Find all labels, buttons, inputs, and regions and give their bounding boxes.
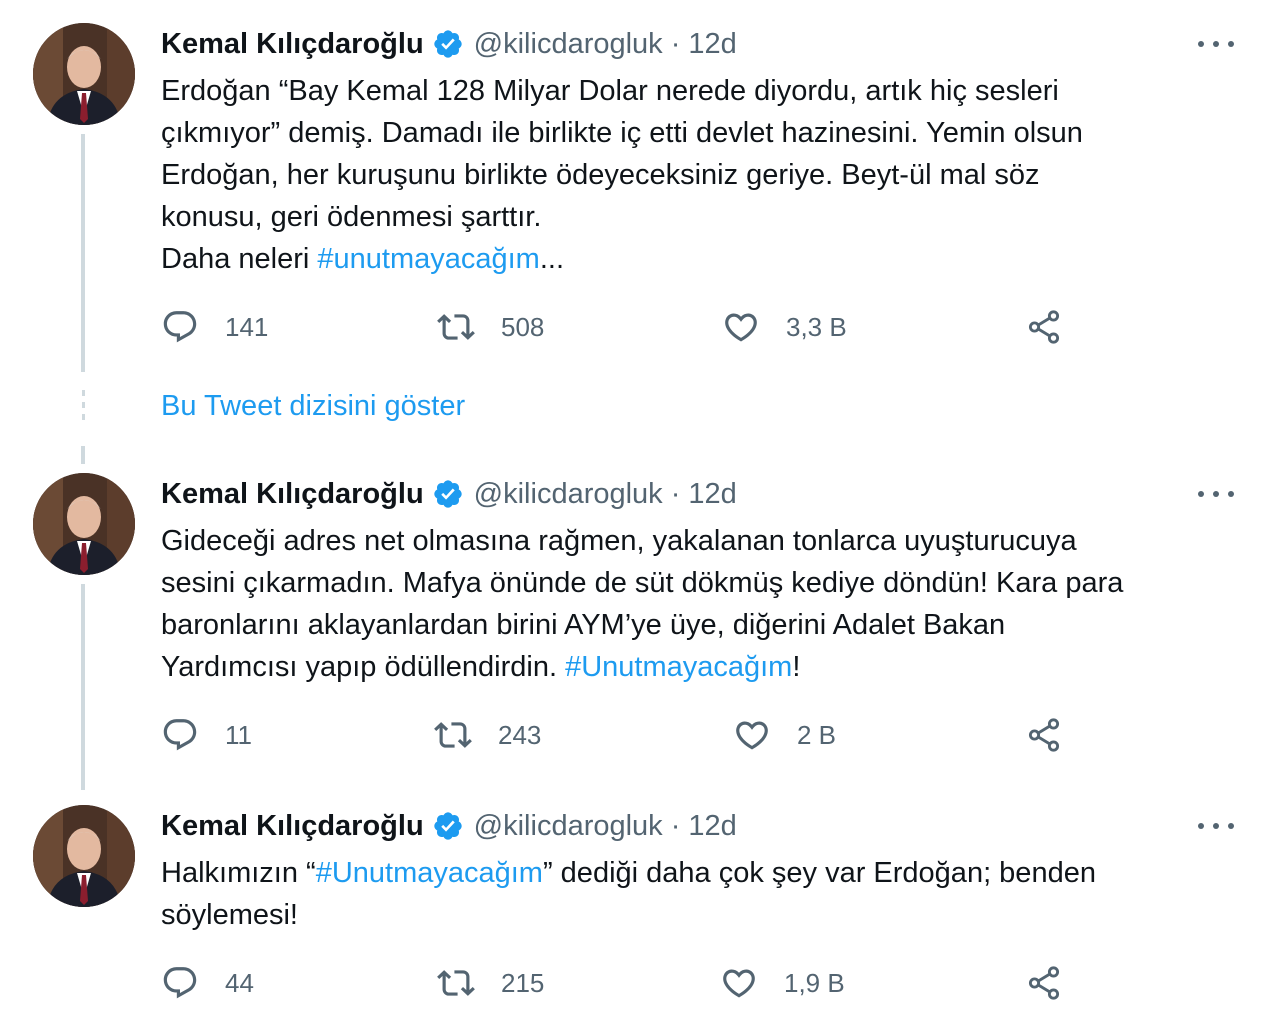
separator: · (670, 809, 681, 842)
share-icon (1028, 718, 1060, 752)
thread-line-mid (81, 584, 85, 790)
tweet-text: Gideceği adres net olmasına rağmen, yaka… (161, 520, 1241, 688)
reply-icon (163, 967, 197, 999)
retweet-icon (437, 970, 475, 996)
retweet-button[interactable]: 243 (434, 715, 541, 755)
retweet-button[interactable]: 508 (437, 307, 544, 347)
thread-line-mid-upper (81, 446, 85, 464)
tweet-text-tail: ... (539, 243, 565, 275)
verified-badge-icon (432, 810, 464, 842)
reply-button[interactable]: 141 (161, 307, 268, 347)
tweet-header: Kemal Kılıçdaroğlu @kilicdarogluk · 12d (161, 806, 737, 846)
share-icon (1028, 966, 1060, 1000)
hashtag-link[interactable]: #Unutmayacağım (565, 651, 792, 683)
hashtag-link[interactable]: #unutmayacağım (317, 243, 539, 275)
tweet-time[interactable]: 12d (688, 478, 736, 511)
thread-ellipsis-line (82, 390, 85, 430)
verified-badge-icon (432, 478, 464, 510)
more-icon[interactable] (1198, 34, 1234, 54)
author-name[interactable]: Kemal Kılıçdaroğlu (161, 28, 424, 61)
tweet-header: Kemal Kılıçdaroğlu @kilicdarogluk · 12d (161, 474, 737, 514)
tweet-text-body: Erdoğan “Bay Kemal 128 Milyar Dolar nere… (161, 75, 1083, 275)
reply-count: 11 (225, 719, 252, 750)
like-count: 1,9 B (784, 967, 845, 998)
share-button[interactable] (1025, 715, 1063, 755)
retweet-button[interactable]: 215 (437, 963, 544, 1003)
separator: · (670, 27, 681, 60)
tweet-text-body: Halkımızın “ (161, 857, 316, 889)
hashtag-link[interactable]: #Unutmayacağım (316, 857, 543, 889)
tweet-actions: 44 215 1,9 B (161, 963, 1081, 1003)
retweet-count: 243 (498, 719, 542, 750)
like-button[interactable]: 3,3 B (722, 307, 847, 347)
show-thread-link[interactable]: Bu Tweet dizisini göster (161, 390, 465, 423)
tweet-time[interactable]: 12d (688, 810, 736, 843)
author-handle[interactable]: @kilicdarogluk (474, 28, 663, 61)
like-icon (725, 313, 757, 342)
tweet-actions: 141 508 3,3 B (161, 307, 1081, 347)
tweet-header: Kemal Kılıçdaroğlu @kilicdarogluk · 12d (161, 24, 737, 64)
reply-count: 141 (225, 311, 269, 342)
like-count: 2 B (797, 719, 837, 750)
reply-icon (163, 719, 197, 751)
like-button[interactable]: 2 B (733, 715, 836, 755)
reply-button[interactable]: 11 (161, 715, 252, 755)
share-button[interactable] (1025, 963, 1063, 1003)
tweet-time[interactable]: 12d (688, 28, 736, 61)
tweet-text: Erdoğan “Bay Kemal 128 Milyar Dolar nere… (161, 70, 1241, 280)
reply-count: 44 (225, 967, 254, 998)
avatar[interactable] (33, 805, 135, 907)
avatar[interactable] (33, 473, 135, 575)
avatar[interactable] (33, 23, 135, 125)
reply-icon (163, 311, 197, 343)
retweet-count: 215 (501, 967, 545, 998)
share-icon (1028, 310, 1060, 344)
like-button[interactable]: 1,9 B (720, 963, 845, 1003)
retweet-icon (437, 314, 475, 340)
more-icon[interactable] (1198, 816, 1234, 836)
separator: · (670, 477, 681, 510)
like-icon (736, 721, 768, 750)
thread-line-top (81, 134, 85, 372)
reply-button[interactable]: 44 (161, 963, 254, 1003)
retweet-count: 508 (501, 311, 545, 342)
retweet-icon (434, 722, 472, 748)
author-handle[interactable]: @kilicdarogluk (474, 810, 663, 843)
author-name[interactable]: Kemal Kılıçdaroğlu (161, 810, 424, 843)
verified-badge-icon (432, 28, 464, 60)
tweet-actions: 11 243 2 B (161, 715, 1081, 755)
tweet-text: Halkımızın “#Unutmayacağım” dediği daha … (161, 852, 1241, 936)
like-count: 3,3 B (786, 311, 847, 342)
more-icon[interactable] (1198, 484, 1234, 504)
author-name[interactable]: Kemal Kılıçdaroğlu (161, 478, 424, 511)
like-icon (723, 969, 755, 998)
share-button[interactable] (1025, 307, 1063, 347)
author-handle[interactable]: @kilicdarogluk (474, 478, 663, 511)
tweet-text-tail: ! (792, 651, 801, 683)
